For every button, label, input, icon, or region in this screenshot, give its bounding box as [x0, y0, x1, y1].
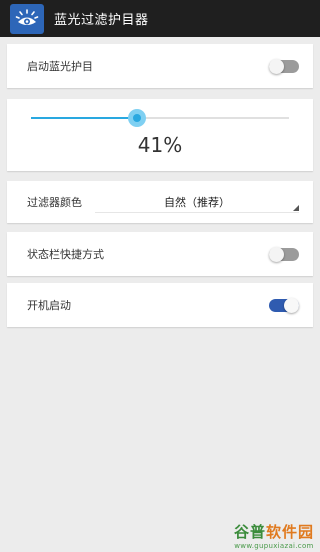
enable-protection-label: 启动蓝光护目: [27, 60, 93, 73]
toggle-knob: [269, 246, 284, 262]
watermark-logo: 谷普软件园: [233, 523, 314, 541]
filter-color-label: 过滤器颜色: [27, 196, 82, 209]
intensity-card: 41%: [7, 99, 313, 171]
intensity-percent: 41%: [137, 133, 183, 157]
statusbar-shortcut-row[interactable]: 状态栏快捷方式: [7, 232, 313, 276]
app-bar: 蓝光过滤护目器: [0, 0, 320, 37]
app-title: 蓝光过滤护目器: [54, 13, 149, 28]
filter-color-value: 自然（推荐）: [164, 195, 230, 209]
slider-fill: [31, 117, 137, 119]
statusbar-shortcut-toggle[interactable]: [269, 246, 299, 262]
boot-start-row[interactable]: 开机启动: [7, 283, 313, 327]
enable-protection-row[interactable]: 启动蓝光护目: [7, 44, 313, 88]
dropdown-corner-icon: [293, 205, 299, 211]
enable-protection-toggle[interactable]: [269, 58, 299, 74]
slider-thumb-dot: [132, 114, 141, 122]
toggle-knob: [284, 297, 299, 313]
watermark: 谷普软件园 www.gupuxiazai.com: [234, 521, 314, 550]
filter-color-select[interactable]: 自然（推荐）: [95, 191, 299, 213]
boot-start-toggle[interactable]: [269, 297, 299, 313]
filter-color-row: 过滤器颜色 自然（推荐）: [7, 181, 313, 223]
intensity-slider[interactable]: [31, 109, 289, 127]
eye-sun-icon: [10, 3, 44, 34]
boot-start-label: 开机启动: [27, 299, 71, 312]
toggle-knob: [269, 58, 284, 74]
watermark-url: www.gupuxiazai.com: [234, 542, 314, 550]
slider-thumb[interactable]: [127, 109, 146, 127]
statusbar-shortcut-label: 状态栏快捷方式: [27, 248, 104, 261]
